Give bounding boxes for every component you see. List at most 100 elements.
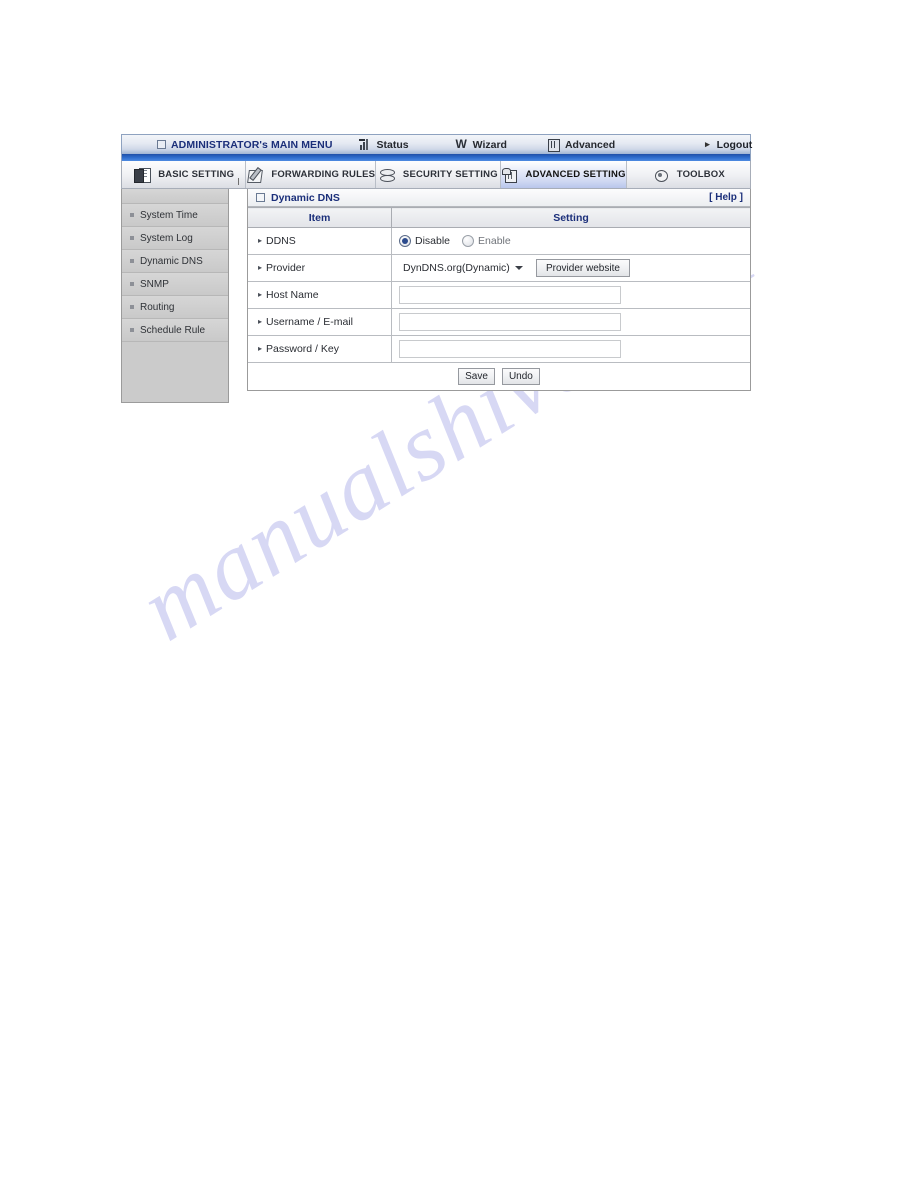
row-label-host-name: Host Name — [266, 289, 319, 301]
administrator-main-menu[interactable]: ADMINISTRATOR's MAIN MENU — [157, 139, 333, 151]
tab-security-setting[interactable]: SECURITY SETTING — [376, 161, 501, 188]
bullet-icon — [130, 236, 134, 240]
chevron-right-icon: ▸ — [258, 317, 263, 326]
sidebar-item-schedule-rule[interactable]: Schedule Rule — [122, 319, 228, 342]
row-label-host-name-cell: ▸ Host Name — [248, 281, 392, 309]
password-key-input[interactable] — [399, 340, 621, 358]
ddns-radio-disable[interactable]: Disable — [399, 235, 450, 247]
sidebar-item-snmp[interactable]: SNMP — [122, 273, 228, 296]
chevron-right-icon: ▸ — [258, 290, 263, 299]
sidebar-filler — [122, 342, 228, 402]
username-email-input[interactable] — [399, 313, 621, 331]
column-header-setting: Setting — [391, 207, 750, 228]
router-admin-ui: ADMINISTRATOR's MAIN MENU Status W Wizar… — [121, 134, 752, 403]
tab-label-forwarding-rules: FORWARDING RULES — [271, 169, 376, 180]
sidebar-label-system-log: System Log — [140, 232, 193, 244]
sidebar-label-dynamic-dns: Dynamic DNS — [140, 255, 203, 267]
tab-toolbox[interactable]: TOOLBOX — [627, 161, 750, 188]
documents-icon — [133, 167, 152, 183]
tab-basic-setting[interactable]: BASIC SETTING — [122, 161, 247, 188]
sidebar-item-system-time[interactable]: System Time — [122, 204, 228, 227]
ddns-radio-disable-label: Disable — [415, 235, 451, 247]
content-panel: Dynamic DNS [ Help ] Item Setting ▸DDNS — [247, 189, 751, 391]
row-value-password — [391, 335, 750, 362]
top-nav-label-status: Status — [376, 138, 409, 151]
sidebar-label-system-time: System Time — [140, 209, 198, 221]
host-name-input[interactable] — [399, 286, 621, 304]
row-label-provider: Provider — [266, 262, 306, 274]
table-row-provider: ▸ Provider DynDNS.org(Dynamic) Provider w… — [248, 254, 750, 282]
top-nav-label-advanced: Advanced — [564, 138, 616, 151]
collapse-square-icon[interactable] — [256, 193, 265, 202]
provider-select-value: DynDNS.org(Dynamic) — [403, 262, 510, 274]
save-button[interactable]: Save — [458, 368, 495, 385]
provider-controls: DynDNS.org(Dynamic) Provider website — [399, 259, 749, 277]
table-row-username: ▸ Username / E-mail — [248, 308, 750, 336]
top-nav-item-logout[interactable]: ▸ Logout — [705, 139, 752, 151]
row-label-ddns: DDNS — [266, 235, 296, 247]
provider-select[interactable]: DynDNS.org(Dynamic) — [399, 259, 527, 277]
sidebar-item-system-log[interactable]: System Log — [122, 227, 228, 250]
row-value-host-name — [391, 281, 750, 309]
pencil-page-icon — [246, 166, 264, 183]
bullet-icon — [130, 282, 134, 286]
sidebar-label-schedule-rule: Schedule Rule — [140, 324, 206, 336]
top-nav-label-logout: Logout — [716, 138, 753, 151]
table-row-password: ▸ Password / Key — [248, 335, 750, 362]
sidebar-label-snmp: SNMP — [140, 278, 169, 290]
main-tab-bar: BASIC SETTING FORWARDING RULES SECURITY … — [121, 161, 751, 189]
row-label-password-cell: ▸ Password / Key — [248, 335, 392, 362]
advanced-cabinet-icon — [547, 138, 560, 152]
panel-title: Dynamic DNS — [256, 192, 340, 204]
table-row-ddns: ▸ DDNS Disable Enable — [248, 227, 750, 255]
table-row-host-name: ▸ Host Name — [248, 281, 750, 309]
sidebar-item-dynamic-dns[interactable]: Dynamic DNS — [122, 250, 228, 273]
sidebar-item-routing[interactable]: Routing — [122, 296, 228, 319]
bullet-icon — [130, 305, 134, 309]
wizard-wand-icon: W — [455, 137, 467, 151]
header-blue-divider — [121, 154, 751, 161]
top-admin-bar: ADMINISTRATOR's MAIN MENU Status W Wizar… — [121, 134, 752, 154]
panel-header: Dynamic DNS [ Help ] — [248, 189, 750, 207]
arrow-right-icon: ▸ — [705, 139, 710, 149]
table-header-row: Item Setting — [248, 207, 750, 228]
panel-footer: Save Undo — [248, 362, 750, 390]
row-label-username-cell: ▸ Username / E-mail — [248, 308, 392, 336]
layout-tick-mark — [238, 178, 239, 185]
ddns-radio-group: Disable Enable — [399, 235, 749, 247]
radio-unselected-icon[interactable] — [462, 235, 475, 247]
bullet-icon — [130, 213, 134, 217]
shield-stack-icon — [378, 167, 396, 183]
tab-label-security-setting: SECURITY SETTING — [402, 169, 498, 180]
ddns-radio-enable[interactable]: Enable — [462, 235, 511, 247]
row-label-password: Password / Key — [266, 343, 339, 355]
status-bars-icon — [358, 138, 372, 151]
top-nav-label-wizard: Wizard — [472, 138, 507, 151]
top-nav-item-wizard[interactable]: W Wizard — [455, 138, 507, 151]
top-nav-item-advanced[interactable]: Advanced — [547, 138, 616, 152]
cube-icon — [501, 167, 519, 183]
sidebar: System Time System Log Dynamic DNS SNMP … — [121, 189, 229, 403]
radio-selected-icon[interactable] — [399, 235, 411, 247]
tab-label-basic-setting: BASIC SETTING — [158, 169, 235, 180]
ui-body: System Time System Log Dynamic DNS SNMP … — [121, 178, 751, 403]
undo-button[interactable]: Undo — [501, 368, 540, 385]
tab-advanced-setting[interactable]: ADVANCED SETTING — [500, 161, 627, 188]
tab-label-advanced-setting: ADVANCED SETTING — [525, 169, 626, 180]
tab-label-toolbox: TOOLBOX — [676, 169, 725, 180]
row-label-ddns-cell: ▸ DDNS — [248, 227, 392, 255]
tab-forwarding-rules[interactable]: FORWARDING RULES — [246, 161, 377, 188]
provider-website-button[interactable]: Provider website — [536, 259, 630, 277]
row-label-username: Username / E-mail — [266, 316, 353, 328]
chevron-right-icon: ▸ — [258, 263, 263, 272]
bullet-icon — [130, 328, 134, 332]
sidebar-top-strip — [122, 189, 228, 204]
chevron-down-icon — [515, 266, 523, 270]
help-link[interactable]: [ Help ] — [709, 192, 743, 203]
sidebar-label-routing: Routing — [140, 301, 175, 313]
chevron-right-icon: ▸ — [258, 344, 263, 353]
chevron-right-icon: ▸ — [258, 236, 263, 245]
top-nav-item-status[interactable]: Status — [358, 138, 409, 151]
ddns-radio-enable-label: Enable — [478, 235, 511, 247]
settings-table: Item Setting ▸ DDNS Disable Enable ▸ Pro… — [248, 207, 750, 362]
